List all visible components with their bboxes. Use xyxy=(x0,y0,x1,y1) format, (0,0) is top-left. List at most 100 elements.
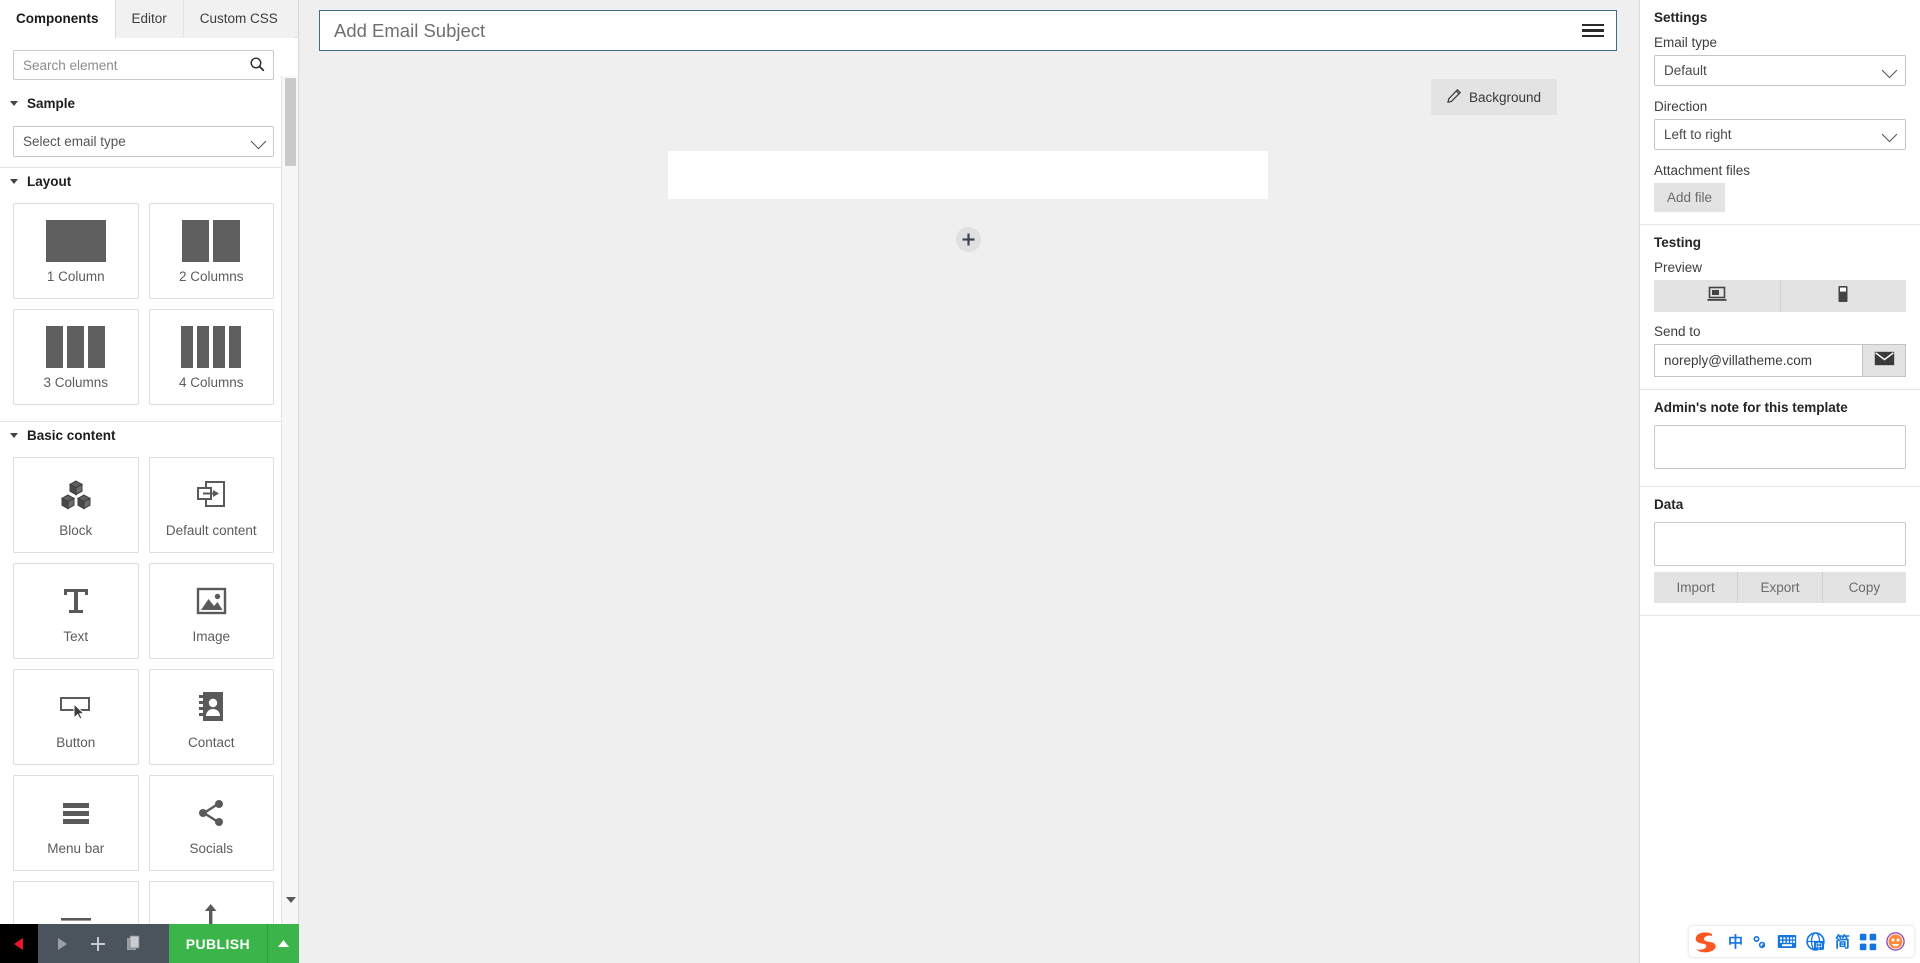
svg-text:中: 中 xyxy=(1815,941,1822,950)
component-4-columns[interactable]: 4 Columns xyxy=(148,309,274,405)
publish-group: PUBLISH xyxy=(168,924,299,963)
email-type-select[interactable]: Default xyxy=(1654,55,1906,86)
settings-section: Settings Email type Default Direction Le… xyxy=(1640,0,1920,225)
email-type-label: Email type xyxy=(1654,35,1718,50)
tab-components[interactable]: Components xyxy=(0,0,116,38)
sidebar-scrollbar[interactable] xyxy=(281,76,298,963)
direction-label: Direction xyxy=(1654,99,1708,114)
component-image[interactable]: Image xyxy=(148,563,274,659)
send-to-label: Send to xyxy=(1654,324,1701,339)
component-2-columns[interactable]: 2 Columns xyxy=(148,203,274,299)
toolbox-icon[interactable] xyxy=(1859,933,1877,951)
one-column-icon xyxy=(45,219,106,263)
email-content-area xyxy=(668,151,1268,252)
send-test-email-button[interactable] xyxy=(1862,344,1906,377)
admin-note-textarea[interactable] xyxy=(1654,425,1906,469)
punctuation-icon[interactable] xyxy=(1752,934,1768,950)
image-icon xyxy=(196,579,227,623)
search-input[interactable] xyxy=(13,50,274,80)
component-label: Block xyxy=(59,522,93,538)
group-label-layout: Layout xyxy=(27,174,72,189)
socials-icon xyxy=(196,791,226,835)
component-label: 1 Column xyxy=(46,268,105,284)
account-icon[interactable] xyxy=(1886,932,1905,951)
email-block-placeholder[interactable] xyxy=(668,151,1268,199)
component-label: Menu bar xyxy=(47,840,105,856)
add-block-button[interactable] xyxy=(955,227,981,252)
component-button[interactable]: Button xyxy=(13,669,139,765)
component-label: 3 Columns xyxy=(43,374,109,390)
tab-editor[interactable]: Editor xyxy=(115,0,184,38)
copy-icon[interactable] xyxy=(116,924,152,963)
tab-custom-css[interactable]: Custom CSS xyxy=(183,0,294,38)
chevron-down-icon xyxy=(10,179,18,184)
email-subject-input[interactable] xyxy=(332,18,1582,43)
component-socials[interactable]: Socials xyxy=(148,775,274,871)
direction-value: Left to right xyxy=(1664,127,1732,142)
admin-note-label: Admin's note for this template xyxy=(1654,400,1848,415)
simplified-chinese-icon[interactable]: 简 xyxy=(1835,931,1850,952)
component-label: Text xyxy=(63,628,89,644)
direction-select[interactable]: Left to right xyxy=(1654,119,1906,150)
testing-section: Testing Preview Send to noreply@villathe… xyxy=(1640,225,1920,390)
layout-components-grid: 1 Column 2 Columns 3 Columns 4 Columns xyxy=(0,195,298,415)
group-header-sample[interactable]: Sample xyxy=(0,90,298,117)
sogou-logo-icon[interactable] xyxy=(1693,930,1719,954)
text-icon xyxy=(61,579,91,623)
group-header-layout[interactable]: Layout xyxy=(0,168,298,195)
component-label: Contact xyxy=(187,734,235,750)
import-button[interactable]: Import xyxy=(1654,572,1739,603)
export-button[interactable]: Export xyxy=(1738,572,1823,603)
chevron-down-icon xyxy=(10,101,18,106)
testing-title: Testing xyxy=(1654,235,1701,250)
scroll-down-arrow-icon[interactable] xyxy=(286,897,296,903)
data-action-buttons: Import Export Copy xyxy=(1654,572,1906,603)
group-label-basic-content: Basic content xyxy=(27,428,116,443)
component-label: Image xyxy=(192,628,231,644)
three-columns-icon xyxy=(46,325,106,369)
publish-button[interactable]: PUBLISH xyxy=(168,924,267,963)
copy-button[interactable]: Copy xyxy=(1822,572,1906,603)
component-block[interactable]: Block xyxy=(13,457,139,553)
menu-bar-icon xyxy=(61,791,91,835)
component-label: 2 Columns xyxy=(178,268,244,284)
preview-mobile-button[interactable] xyxy=(1779,280,1906,312)
email-type-sample-select-wrap: Select email type xyxy=(13,126,274,157)
hamburger-icon[interactable] xyxy=(1582,23,1604,38)
sidebar-tabbar: Components Editor Custom CSS xyxy=(0,0,298,38)
component-menu-bar[interactable]: Menu bar xyxy=(13,775,139,871)
components-sidebar: Components Editor Custom CSS Search elem… xyxy=(0,0,299,963)
send-to-input[interactable] xyxy=(1654,344,1862,377)
keyboard-icon[interactable] xyxy=(1777,934,1797,949)
component-1-column[interactable]: 1 Column xyxy=(13,203,139,299)
plus-icon[interactable] xyxy=(80,924,116,963)
pencil-icon xyxy=(1447,88,1461,106)
preview-label: Preview xyxy=(1654,260,1703,275)
sidebar-scrollbar-thumb[interactable] xyxy=(285,78,296,166)
preview-desktop-button[interactable] xyxy=(1654,280,1780,312)
component-contact[interactable]: Contact xyxy=(148,669,274,765)
background-button[interactable]: Background xyxy=(1430,79,1557,115)
editor-bottom-toolbar: PUBLISH xyxy=(0,924,299,963)
preview-toggle xyxy=(1654,280,1906,312)
component-3-columns[interactable]: 3 Columns xyxy=(13,309,139,405)
back-triangle-icon[interactable] xyxy=(0,924,38,963)
component-text[interactable]: Text xyxy=(13,563,139,659)
mobile-icon xyxy=(1837,285,1849,308)
voice-input-icon[interactable]: 中 xyxy=(1806,932,1826,951)
caret-up-icon[interactable] xyxy=(267,924,299,963)
add-file-button[interactable]: Add file xyxy=(1654,183,1726,212)
group-label-sample: Sample xyxy=(27,96,76,111)
admin-note-section: Admin's note for this template xyxy=(1640,390,1920,487)
two-columns-icon xyxy=(182,219,241,263)
component-label: Button xyxy=(56,734,96,750)
component-default-content[interactable]: Default content xyxy=(148,457,274,553)
chevron-down-icon xyxy=(1881,126,1898,143)
basic-content-grid: Block Default content Text Image Button … xyxy=(0,449,298,963)
select-email-type[interactable]: Select email type xyxy=(13,126,274,157)
play-icon[interactable] xyxy=(44,924,80,963)
data-textarea[interactable] xyxy=(1654,522,1906,566)
email-canvas: Background xyxy=(299,0,1639,963)
chinese-mode-icon[interactable]: 中 xyxy=(1728,931,1743,952)
group-header-basic-content[interactable]: Basic content xyxy=(0,422,298,449)
